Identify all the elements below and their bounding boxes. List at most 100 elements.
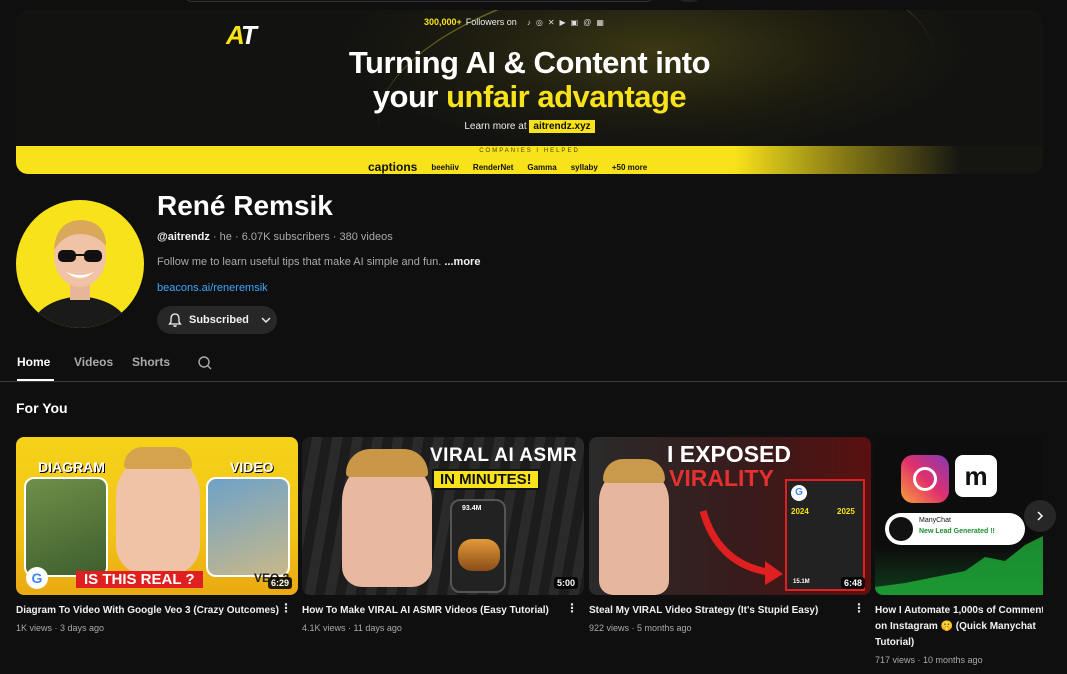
channel-handle: @aitrendz xyxy=(157,231,210,243)
channel-banner: AT 300,000+ Followers on ♪ ◎ ✕ ▶ ▣ @ ▦ T… xyxy=(16,10,1043,174)
video-thumbnail[interactable]: I EXPOSED VIRALITY 2024 2025 15.1M G 6:4… xyxy=(589,437,871,595)
thumb-text: New Lead Generated !! xyxy=(919,528,995,535)
company-logo: RenderNet xyxy=(472,162,514,172)
video-card[interactable]: DIAGRAM VIDEO IS THIS REAL ? VEO 3 G 6:2… xyxy=(16,437,298,633)
companies-strip: COMPANIES I HELPED captions beehiiv Rend… xyxy=(16,146,1043,174)
more-options-icon[interactable]: ⋮ xyxy=(280,601,292,615)
video-age: 5 months ago xyxy=(637,623,692,633)
x-icon: ✕ xyxy=(547,17,555,27)
thumb-text: 93.4M xyxy=(462,505,482,512)
search-icon[interactable] xyxy=(197,355,213,371)
channel-external-link[interactable]: beacons.ai/reneremsik xyxy=(157,282,268,294)
instagram-icon: ◎ xyxy=(535,17,543,27)
section-title: For You xyxy=(16,400,68,416)
video-age: 3 days ago xyxy=(60,623,105,633)
video-title[interactable]: How I Automate 1,000s of Comments on Ins… xyxy=(875,603,1043,651)
video-duration: 6:29 xyxy=(267,577,292,589)
channel-avatar[interactable] xyxy=(16,200,144,328)
banner-headline: Turning AI & Content into your unfair ad… xyxy=(16,46,1043,114)
tiktok-icon: ♪ xyxy=(526,17,531,27)
manychat-icon: m xyxy=(955,455,997,497)
video-image xyxy=(206,477,290,577)
thumb-text: VIDEO xyxy=(230,459,274,475)
search-bar[interactable] xyxy=(184,0,654,2)
burger-image xyxy=(458,539,500,571)
instagram-icon xyxy=(901,455,949,503)
channel-name: René Remsik xyxy=(157,190,333,221)
followers-count: 300,000+ xyxy=(424,17,462,27)
video-meta: 1K views · 3 days ago xyxy=(16,623,105,633)
video-age: 11 days ago xyxy=(353,623,402,633)
video-thumbnail[interactable]: m ManyChat New Lead Generated !! xyxy=(875,437,1043,595)
face-image xyxy=(599,467,669,595)
video-views: 922 views xyxy=(589,623,630,633)
headline-highlight: unfair advantage xyxy=(446,79,687,114)
video-thumbnail[interactable]: VIRAL AI ASMR IN MINUTES! 93.4M 5:00 xyxy=(302,437,584,595)
tab-home[interactable]: Home xyxy=(17,355,50,369)
headline-line1: Turning AI & Content into xyxy=(348,45,711,80)
thumb-text: 2025 xyxy=(837,507,855,516)
youtube-icon: ▶ xyxy=(559,17,566,27)
followers-label: Followers on xyxy=(465,17,517,27)
video-card[interactable]: m ManyChat New Lead Generated !! How I A… xyxy=(875,437,1043,665)
video-title[interactable]: Steal My VIRAL Video Strategy (It's Stup… xyxy=(589,603,871,619)
video-card[interactable]: I EXPOSED VIRALITY 2024 2025 15.1M G 6:4… xyxy=(589,437,871,633)
thumb-text: DIAGRAM xyxy=(38,459,105,475)
video-title[interactable]: How To Make VIRAL AI ASMR Videos (Easy T… xyxy=(302,603,584,619)
face-image xyxy=(116,455,200,575)
video-title[interactable]: Diagram To Video With Google Veo 3 (Craz… xyxy=(16,603,298,619)
more-options-icon[interactable]: ⋮ xyxy=(566,601,578,615)
chevron-down-icon xyxy=(261,317,271,323)
avatar-portrait xyxy=(30,220,130,328)
banner-learn-more: Learn more at aitrendz.xyz xyxy=(16,120,1043,133)
channel-stats: · he · 6.07K subscribers · 380 videos xyxy=(209,231,393,243)
subscribed-label: Subscribed xyxy=(189,314,249,326)
companies-label: COMPANIES I HELPED xyxy=(479,148,580,154)
google-icon: G xyxy=(791,485,807,501)
thumb-text: VIRAL AI ASMR xyxy=(430,445,578,466)
description-text: Follow me to learn useful tips that make… xyxy=(157,256,442,268)
thumb-text: 15.1M xyxy=(793,579,810,585)
threads-icon: @ xyxy=(583,17,592,27)
subscribed-button[interactable]: Subscribed xyxy=(157,306,277,334)
company-logo: captions xyxy=(368,160,418,174)
facebook-icon: ▣ xyxy=(570,17,579,27)
red-arrow-icon xyxy=(699,510,783,585)
tab-videos[interactable]: Videos xyxy=(74,355,113,369)
thumb-text: VIRALITY xyxy=(669,465,774,491)
video-card[interactable]: VIRAL AI ASMR IN MINUTES! 93.4M 5:00 How… xyxy=(302,437,584,633)
channel-description[interactable]: Follow me to learn useful tips that make… xyxy=(157,256,480,268)
video-views: 4.1K views xyxy=(302,623,346,633)
video-duration: 6:48 xyxy=(840,577,865,589)
comparison-frame: 2024 2025 15.1M G xyxy=(785,479,865,591)
carousel-next-button[interactable] xyxy=(1024,500,1056,532)
thumb-text: IN MINUTES! xyxy=(432,469,540,490)
company-logo: beehiiv xyxy=(431,162,459,172)
google-icon: G xyxy=(26,567,48,589)
voice-search-button[interactable] xyxy=(676,0,702,2)
description-more-link[interactable]: ...more xyxy=(444,256,480,268)
chevron-right-icon xyxy=(1037,511,1044,521)
thumb-text: ManyChat xyxy=(919,517,951,524)
video-meta: 922 views · 5 months ago xyxy=(589,623,692,633)
thumb-text: 2024 xyxy=(791,507,809,516)
tab-shorts[interactable]: Shorts xyxy=(132,355,170,369)
company-more: +50 more xyxy=(611,162,648,172)
learn-more-label: Learn more at xyxy=(464,121,527,132)
video-thumbnail[interactable]: DIAGRAM VIDEO IS THIS REAL ? VEO 3 G 6:2… xyxy=(16,437,298,595)
active-tab-indicator xyxy=(17,379,54,381)
manychat-notification: ManyChat New Lead Generated !! xyxy=(885,513,1025,545)
phone-image xyxy=(450,499,506,593)
thumb-text: I EXPOSED xyxy=(667,441,791,467)
channel-tabs: Home Videos Shorts xyxy=(0,345,1067,382)
video-views: 1K views xyxy=(16,623,53,633)
banner-followers: 300,000+ Followers on ♪ ◎ ✕ ▶ ▣ @ ▦ xyxy=(424,17,604,27)
video-duration: 5:00 xyxy=(553,577,578,589)
learn-more-link: aitrendz.xyz xyxy=(529,120,595,133)
hair-shape xyxy=(346,449,428,477)
video-views: 717 views xyxy=(875,655,916,665)
more-options-icon[interactable]: ⋮ xyxy=(853,601,865,615)
company-logo: Gamma xyxy=(527,162,557,172)
video-meta: 717 views · 10 months ago xyxy=(875,655,983,665)
headline-line2: your xyxy=(372,79,447,114)
